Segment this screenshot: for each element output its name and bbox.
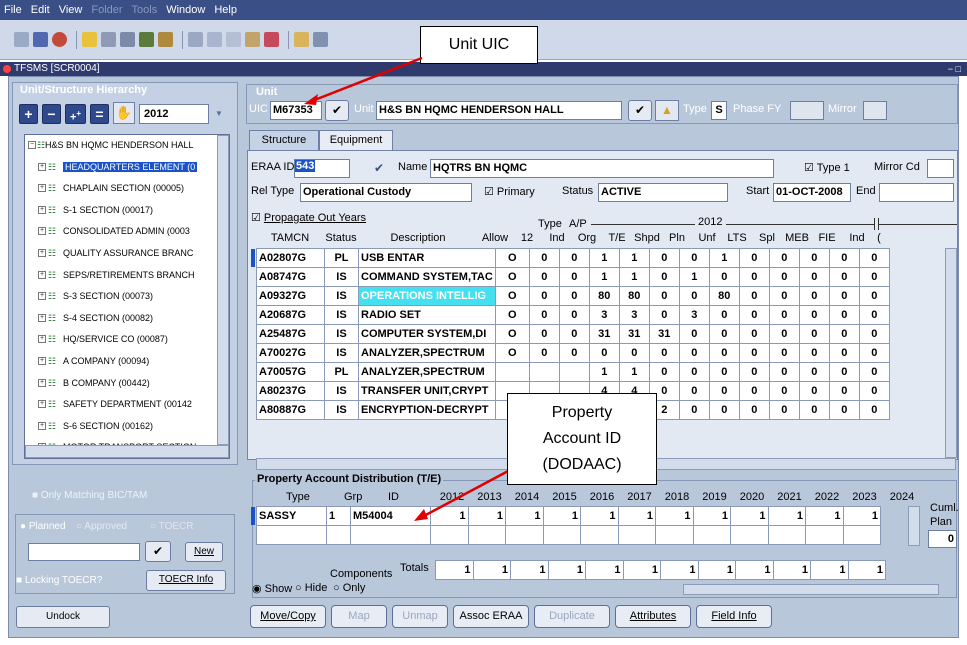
callout-line: Property	[551, 404, 613, 421]
callout-arrows	[304, 56, 511, 521]
callout-line: Account ID	[542, 430, 622, 447]
dodaac-arrow	[421, 468, 511, 519]
callout-line: (DODAAC)	[542, 456, 622, 473]
property-account-callout: Property Account ID (DODAAC)	[507, 393, 657, 485]
dodaac-arrow-head	[414, 509, 428, 521]
application-window: File Edit View Folder Tools Window Help …	[0, 0, 967, 645]
uic-arrow	[311, 56, 423, 103]
uic-arrow-head	[304, 94, 318, 105]
